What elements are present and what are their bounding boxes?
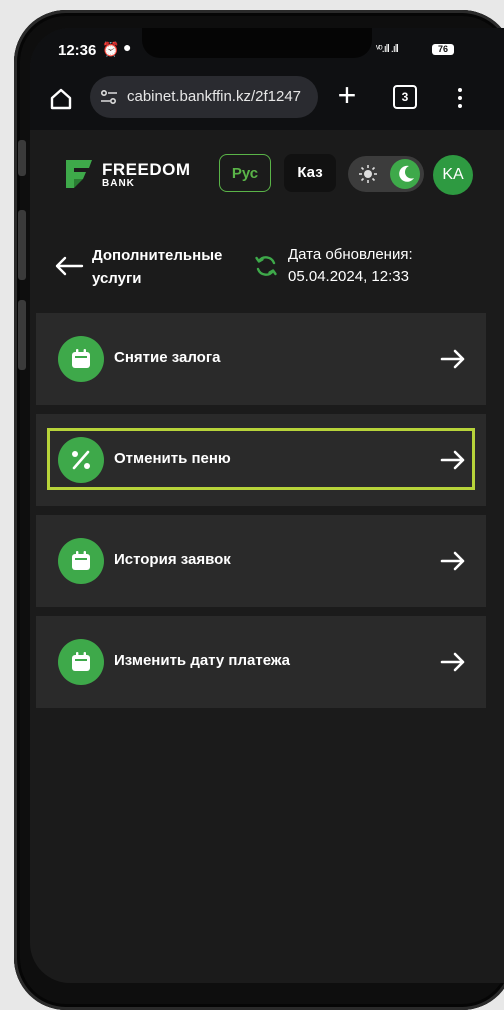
service-card-request-history[interactable]: История заявок bbox=[36, 515, 486, 607]
service-icon-circle bbox=[58, 437, 104, 483]
brand-name: FREEDOM bbox=[102, 160, 191, 179]
freedom-logo-icon[interactable] bbox=[64, 158, 94, 190]
service-card-cancel-penalty[interactable]: Отменить пеню bbox=[36, 414, 486, 506]
update-label: Дата обновления: bbox=[288, 246, 413, 263]
arrow-right-icon[interactable] bbox=[440, 348, 466, 370]
service-label: Изменить дату платежа bbox=[114, 652, 290, 669]
moon-icon bbox=[399, 165, 414, 182]
message-icon: ● bbox=[123, 39, 132, 55]
page-head: Дополнительные услуги Дата обновления: 0… bbox=[30, 238, 504, 308]
percent-icon bbox=[72, 450, 90, 470]
theme-toggle[interactable] bbox=[348, 156, 424, 192]
phone-screen: 12:36 ⏰ ● ᵛᵒ.ıll .ıll 76 cabinet.bankffi… bbox=[30, 28, 504, 983]
status-time: 12:36 bbox=[58, 42, 97, 59]
service-card-collateral-release[interactable]: Снятие залога bbox=[36, 313, 486, 405]
battery-icon: 76 bbox=[432, 44, 454, 55]
alarm-icon: ⏰ bbox=[102, 41, 120, 57]
highlight-box bbox=[47, 428, 475, 490]
phone-volume-down bbox=[18, 300, 26, 370]
refresh-icon[interactable] bbox=[254, 254, 278, 278]
url-text[interactable]: cabinet.bankffin.kz/2f1247 bbox=[127, 88, 313, 105]
service-label: Снятие залога bbox=[114, 349, 221, 366]
sun-icon bbox=[359, 165, 377, 183]
service-label: История заявок bbox=[114, 551, 231, 568]
site-settings-icon[interactable] bbox=[100, 88, 118, 106]
phone-volume-up bbox=[18, 210, 26, 280]
tab-count-button[interactable]: 3 bbox=[393, 85, 417, 109]
camera-notch bbox=[142, 28, 372, 58]
calendar-icon bbox=[72, 652, 90, 671]
service-icon-circle bbox=[58, 538, 104, 584]
home-icon[interactable] bbox=[48, 86, 74, 112]
service-icon-circle bbox=[58, 336, 104, 382]
toggle-knob[interactable] bbox=[390, 159, 420, 189]
more-menu-icon[interactable] bbox=[450, 85, 470, 109]
brand-sub: BANK bbox=[102, 178, 135, 189]
lang-kz-button[interactable]: Каз bbox=[284, 154, 336, 192]
calendar-icon bbox=[72, 349, 90, 368]
arrow-right-icon[interactable] bbox=[440, 550, 466, 572]
service-label: Отменить пеню bbox=[114, 450, 231, 467]
new-tab-icon[interactable]: + bbox=[332, 79, 362, 112]
avatar[interactable]: KA bbox=[433, 155, 473, 195]
status-bar: 12:36 ⏰ ● ᵛᵒ.ıll .ıll 76 bbox=[30, 28, 504, 72]
arrow-right-icon[interactable] bbox=[440, 651, 466, 673]
address-bar[interactable]: cabinet.bankffin.kz/2f1247 bbox=[90, 76, 318, 118]
arrow-right-icon[interactable] bbox=[440, 449, 466, 471]
page-title: Дополнительные услуги bbox=[92, 247, 223, 287]
address-row: cabinet.bankffin.kz/2f1247 + 3 bbox=[30, 72, 504, 124]
update-date: 05.04.2024, 12:33 bbox=[288, 268, 409, 285]
app-header: FREEDOM BANK Рус Каз KA bbox=[30, 130, 504, 226]
lang-ru-button[interactable]: Рус bbox=[219, 154, 271, 192]
phone-side-button bbox=[18, 140, 26, 176]
back-arrow-icon[interactable] bbox=[54, 256, 84, 276]
service-icon-circle bbox=[58, 639, 104, 685]
service-card-change-payment-date[interactable]: Изменить дату платежа bbox=[36, 616, 486, 708]
signal-icon: ᵛᵒ.ıll .ıll bbox=[376, 43, 399, 55]
calendar-icon bbox=[72, 551, 90, 570]
browser-chrome: 12:36 ⏰ ● ᵛᵒ.ıll .ıll 76 cabinet.bankffi… bbox=[30, 28, 504, 130]
